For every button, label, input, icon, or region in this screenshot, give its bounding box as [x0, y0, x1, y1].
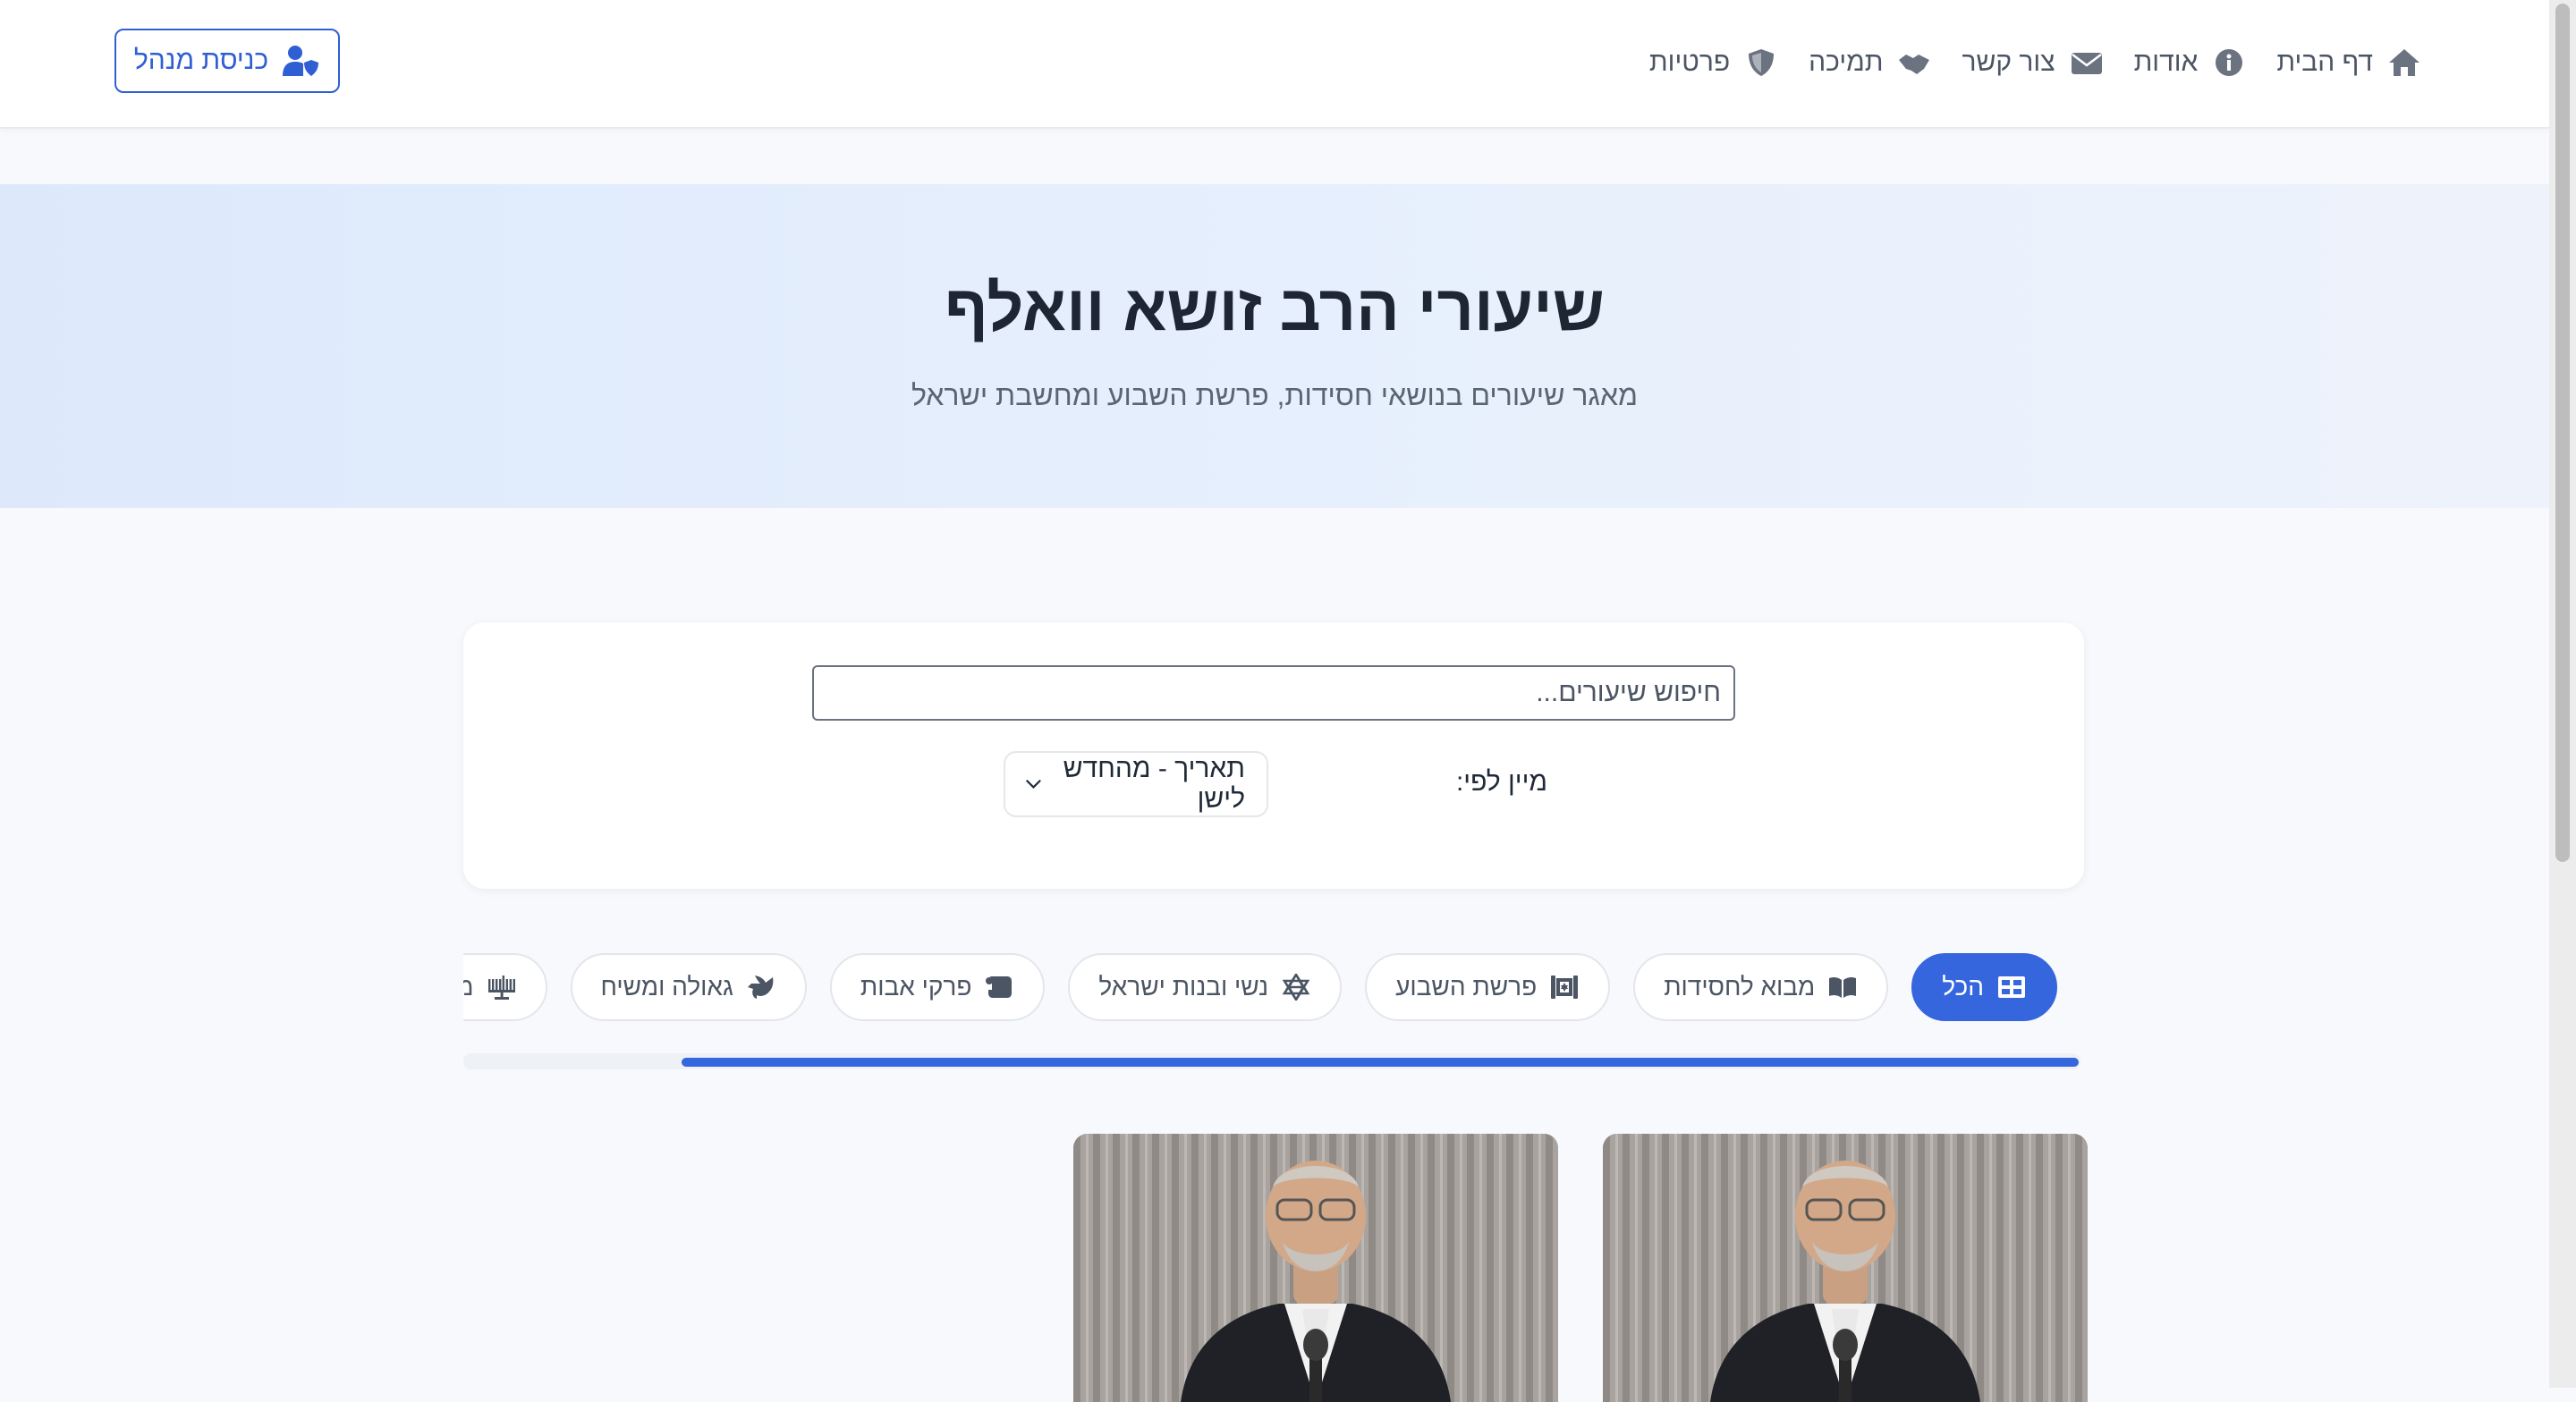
category-chip-label: גאולה ומשיח — [600, 973, 733, 1001]
nav-support-link[interactable]: תמיכה — [1809, 47, 1931, 78]
book-open-icon — [1829, 976, 1857, 998]
scroll-icon — [986, 976, 1013, 998]
page-title: שיעורי הרב זושא וואלף — [945, 273, 1605, 344]
admin-login-button[interactable]: כניסת מנהל — [114, 29, 340, 93]
category-chip-pirkei-avot[interactable]: פרקי אבות — [829, 953, 1046, 1021]
category-chip-women[interactable]: נשי ובנות ישראל — [1068, 953, 1343, 1021]
search-panel: מיין לפי: תאריך - מהחדש לישן — [463, 622, 2084, 889]
category-chip-label: מבוא לחסידות — [1664, 973, 1816, 1001]
sort-selected-value: תאריך - מהחדש לישן — [1063, 754, 1245, 814]
page: דף הבית אודות צור קשר תמיכה פרטיות כניסת… — [0, 0, 2549, 1402]
lesson-card[interactable] — [1603, 1134, 2088, 1402]
nav-support-label: תמיכה — [1809, 47, 1884, 77]
handshake-icon — [1899, 55, 1930, 74]
page-scrollbar[interactable] — [2549, 0, 2576, 1388]
category-chip-moadim[interactable]: מועדים — [463, 953, 547, 1021]
home-icon — [2389, 49, 2419, 76]
category-chip-label: פרשת השבוע — [1395, 973, 1538, 1001]
category-chip-label: מועדים — [463, 973, 474, 1001]
nav-contact-link[interactable]: צור קשר — [1962, 47, 2103, 78]
category-chips: הכל מבוא לחסידות פרשת השבוע נשי ובנות יש… — [463, 953, 2057, 1021]
dove-icon — [747, 975, 774, 999]
hero-banner: שיעורי הרב זושא וואלף מאגר שיעורים בנושא… — [0, 184, 2549, 508]
top-navbar: דף הבית אודות צור קשר תמיכה פרטיות כניסת… — [0, 0, 2549, 129]
user-shield-icon — [283, 46, 319, 76]
nav-contact-label: צור קשר — [1962, 47, 2055, 77]
info-icon — [2216, 49, 2243, 76]
lesson-card[interactable] — [1073, 1134, 1558, 1402]
lesson-thumbnail — [1603, 1134, 2088, 1402]
sort-select[interactable]: תאריך - מהחדש לישן — [1004, 751, 1268, 817]
main-nav: דף הבית אודות צור קשר תמיכה פרטיות — [1649, 38, 2421, 88]
category-chip-parasha[interactable]: פרשת השבוע — [1365, 953, 1611, 1021]
page-subtitle: מאגר שיעורים בנושאי חסידות, פרשת השבוע ו… — [911, 379, 1639, 411]
envelope-icon — [2071, 53, 2102, 74]
sort-label: מיין לפי: — [1455, 767, 1547, 797]
category-scrollbar[interactable] — [463, 1053, 2080, 1069]
category-filter-bar: הכל מבוא לחסידות פרשת השבוע נשי ובנות יש… — [463, 951, 2084, 1050]
category-chip-label: הכל — [1942, 973, 1984, 1001]
menorah-icon — [487, 975, 515, 1000]
search-input[interactable] — [812, 665, 1735, 721]
category-chip-label: נשי ובנות ישראל — [1098, 973, 1269, 1001]
lesson-thumbnail — [1073, 1134, 1558, 1402]
torah-icon — [1551, 975, 1579, 999]
nav-privacy-link[interactable]: פרטיות — [1649, 47, 1778, 78]
category-chip-all[interactable]: הכל — [1911, 953, 2057, 1021]
category-scrollbar-thumb[interactable] — [682, 1058, 2079, 1067]
nav-about-label: אודות — [2133, 47, 2199, 77]
nav-about-link[interactable]: אודות — [2134, 47, 2247, 78]
nav-privacy-label: פרטיות — [1648, 47, 1731, 77]
nav-home-label: דף הבית — [2276, 47, 2373, 77]
page-scrollbar-thumb[interactable] — [2555, 4, 2570, 862]
nav-home-link[interactable]: דף הבית — [2276, 47, 2421, 78]
category-chip-geula[interactable]: גאולה ומשיח — [570, 953, 807, 1021]
grid-icon — [1998, 976, 2025, 998]
chevron-down-icon — [1025, 779, 1041, 789]
admin-login-label: כניסת מנהל — [133, 46, 269, 75]
category-chip-label: פרקי אבות — [860, 973, 972, 1001]
star-of-david-icon — [1282, 974, 1310, 1001]
category-chip-intro-chassidut[interactable]: מבוא לחסידות — [1633, 953, 1889, 1021]
shield-icon — [1749, 49, 1775, 76]
